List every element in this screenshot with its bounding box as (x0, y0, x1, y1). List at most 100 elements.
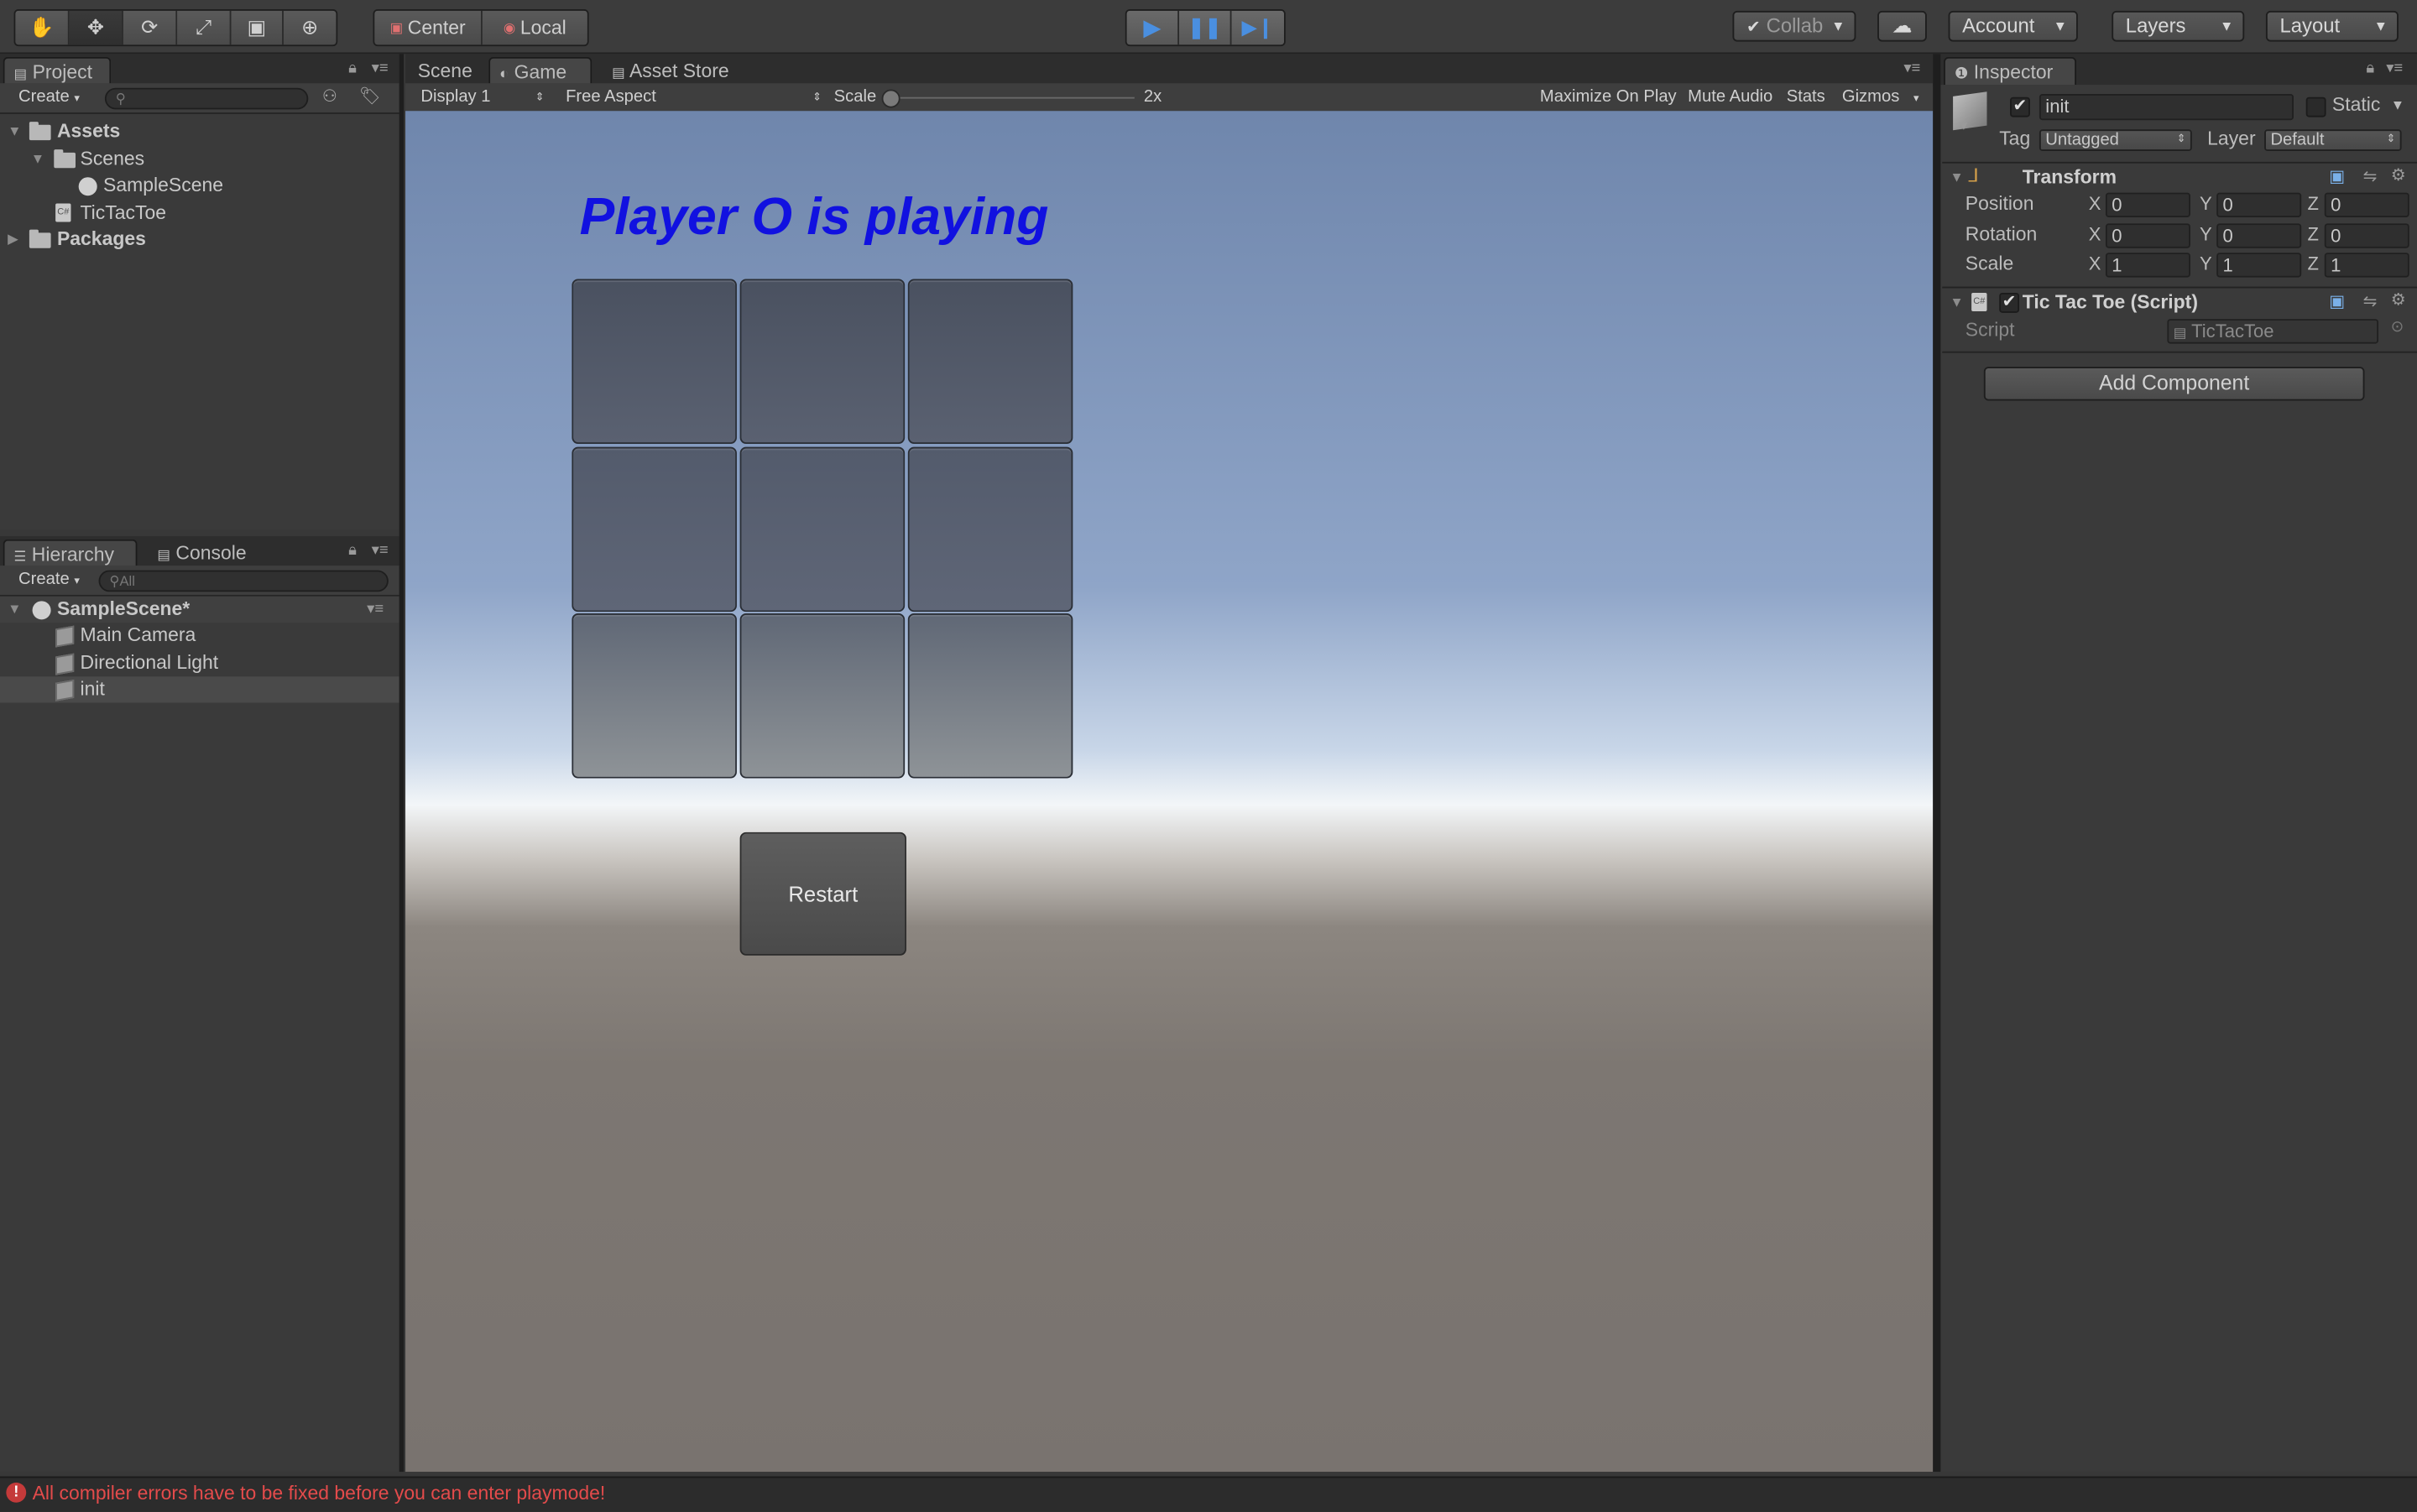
layers-dropdown[interactable]: Layers ▼ (2112, 10, 2245, 42)
board-cell[interactable] (572, 613, 737, 779)
scene-menu-icon[interactable]: ▾≡ (367, 597, 384, 623)
rect-tool-button[interactable]: ▣ (231, 10, 284, 45)
static-checkbox[interactable] (2305, 96, 2326, 117)
tab-asset-store[interactable]: ▤ Asset Store (603, 57, 741, 85)
hierarchy-search-input[interactable]: ⚲All (98, 570, 389, 592)
add-component-button[interactable]: Add Component (1983, 367, 2365, 401)
tab-console[interactable]: ▤ Console (148, 540, 265, 567)
hierarchy-create-dropdown[interactable]: Create ▾ (18, 569, 80, 592)
tab-inspector[interactable]: ❶ Inspector (1944, 56, 2077, 86)
hierarchy-item-selected[interactable]: init (0, 676, 399, 703)
panel-menu-icon[interactable]: ▾≡ (372, 60, 389, 77)
tab-scene[interactable]: Scene (409, 57, 483, 85)
tree-item-scenes[interactable]: ▼ Scenes (0, 146, 399, 172)
transform-header[interactable]: ▼ ⅃ Transform ▣ ⇋ ⚙ (1942, 161, 2417, 191)
aspect-dropdown[interactable]: Free Aspect ⇕ (566, 86, 822, 110)
position-y-input[interactable]: 0 (2216, 192, 2302, 217)
hand-tool-button[interactable]: ✋ (15, 10, 70, 45)
chevron-down-icon[interactable]: ▼ (1958, 118, 1971, 133)
project-create-dropdown[interactable]: Create ▾ (18, 86, 80, 110)
tree-item-tictactoe[interactable]: C# TicTacToe (0, 201, 399, 227)
tag-dropdown[interactable]: Untagged ⇕ (2039, 129, 2192, 151)
rotate-tool-button[interactable]: ⟳ (123, 10, 178, 45)
scale-y-input[interactable]: 1 (2216, 253, 2302, 278)
expand-triangle-icon[interactable]: ▼ (1950, 169, 1963, 185)
position-x-input[interactable]: 0 (2105, 192, 2190, 217)
position-z-input[interactable]: 0 (2324, 192, 2409, 217)
hierarchy-item[interactable]: Main Camera (0, 623, 399, 649)
stats-toggle[interactable]: Stats (1787, 86, 1825, 110)
hierarchy-item[interactable]: Directional Light (0, 650, 399, 676)
scale-slider-track[interactable] (887, 96, 1135, 99)
tree-item-assets[interactable]: ▼ Assets (0, 118, 399, 144)
script-component-header[interactable]: ▼ C# ✔ Tic Tac Toe (Script) ▣ ⇋ ⚙ (1942, 286, 2417, 316)
tree-item-samplescene[interactable]: SampleScene (0, 173, 399, 199)
pivot-local-button[interactable]: ◉ Local (482, 10, 587, 45)
gear-icon[interactable]: ⚙ (2391, 289, 2406, 310)
account-dropdown[interactable]: Account ▼ (1948, 10, 2078, 42)
tab-project[interactable]: ▤ Project (3, 56, 112, 86)
filter-label-icon[interactable]: 🏷︎ (359, 86, 381, 107)
panel-menu-icon[interactable]: ▾≡ (372, 543, 389, 560)
scale-tool-button[interactable]: ⤢ (177, 10, 232, 45)
pivot-center-button[interactable]: ▣ Center (374, 10, 483, 45)
display-dropdown[interactable]: Display 1 ⇕ (420, 86, 544, 110)
filter-type-icon[interactable]: ⚇ (322, 86, 337, 107)
transform-tool-button[interactable]: ⊕ (283, 10, 337, 45)
object-name-input[interactable]: init (2039, 94, 2294, 121)
expand-triangle-icon[interactable]: ▼ (8, 597, 21, 623)
panel-menu-icon[interactable]: ▾≡ (1903, 60, 1920, 77)
script-enabled-checkbox[interactable]: ✔ (1999, 292, 2020, 313)
tab-game[interactable]: ◐ Game (488, 56, 593, 86)
project-search-input[interactable]: ⚲ (104, 87, 309, 110)
lock-icon[interactable]: 🔒︎ (348, 60, 357, 77)
active-checkbox[interactable]: ✔ (2010, 96, 2030, 117)
panel-divider[interactable] (399, 54, 405, 1473)
scale-z-input[interactable]: 1 (2324, 253, 2409, 278)
maximize-on-play-toggle[interactable]: Maximize On Play (1540, 86, 1677, 110)
cloud-button[interactable]: ☁ (1877, 10, 1927, 42)
preset-icon[interactable]: ⇋ (2363, 291, 2378, 311)
expand-triangle-icon[interactable]: ▼ (1950, 295, 1963, 310)
board-cell[interactable] (739, 279, 906, 444)
scale-x-input[interactable]: 1 (2105, 253, 2190, 278)
board-cell[interactable] (739, 446, 906, 613)
game-view[interactable]: Player O is playing Restart (405, 111, 1934, 1473)
rotation-x-input[interactable]: 0 (2105, 223, 2190, 248)
status-bar[interactable]: ! All compiler errors have to be fixed b… (0, 1476, 2417, 1512)
layout-dropdown[interactable]: Layout ▼ (2265, 10, 2399, 42)
help-icon[interactable]: ▣ (2329, 166, 2345, 186)
tab-hierarchy[interactable]: ☰ Hierarchy (3, 539, 138, 567)
board-cell[interactable] (739, 613, 906, 779)
gizmos-toggle[interactable]: Gizmos ▾ (1842, 86, 1919, 110)
rotation-y-input[interactable]: 0 (2216, 223, 2302, 248)
panel-menu-icon[interactable]: ▾≡ (2386, 60, 2403, 77)
expand-triangle-icon[interactable]: ▼ (31, 146, 44, 172)
restart-button[interactable]: Restart (739, 832, 906, 956)
lock-icon[interactable]: 🔒︎ (348, 543, 357, 560)
static-dropdown-icon[interactable]: ▼ (2391, 97, 2404, 112)
layer-dropdown[interactable]: Default ⇕ (2264, 129, 2402, 151)
board-cell[interactable] (572, 279, 737, 444)
play-button[interactable]: ▶ (1126, 10, 1180, 45)
expand-triangle-icon[interactable]: ▼ (8, 118, 21, 144)
tree-item-packages[interactable]: ▶ Packages (0, 227, 399, 253)
board-cell[interactable] (572, 446, 737, 613)
lock-icon[interactable]: 🔒︎ (2366, 60, 2374, 77)
hierarchy-scene-row[interactable]: ▼ SampleScene* ▾≡ (0, 596, 399, 623)
move-tool-button[interactable]: ✥ (69, 10, 123, 45)
scale-slider-handle[interactable] (881, 89, 901, 108)
pause-button[interactable]: ❚❚ (1179, 10, 1232, 45)
step-button[interactable]: ▶❙ (1231, 10, 1284, 45)
mute-audio-toggle[interactable]: Mute Audio (1688, 86, 1772, 110)
board-cell[interactable] (907, 446, 1073, 613)
collapse-triangle-icon[interactable]: ▶ (8, 227, 18, 253)
board-cell[interactable] (907, 613, 1073, 779)
help-icon[interactable]: ▣ (2329, 291, 2345, 311)
rotation-z-input[interactable]: 0 (2324, 223, 2409, 248)
board-cell[interactable] (907, 279, 1073, 444)
panel-divider[interactable] (1933, 54, 1941, 1473)
gear-icon[interactable]: ⚙ (2391, 165, 2406, 185)
preset-icon[interactable]: ⇋ (2363, 166, 2378, 186)
collab-dropdown[interactable]: ✔ Collab ▼ (1732, 10, 1856, 42)
